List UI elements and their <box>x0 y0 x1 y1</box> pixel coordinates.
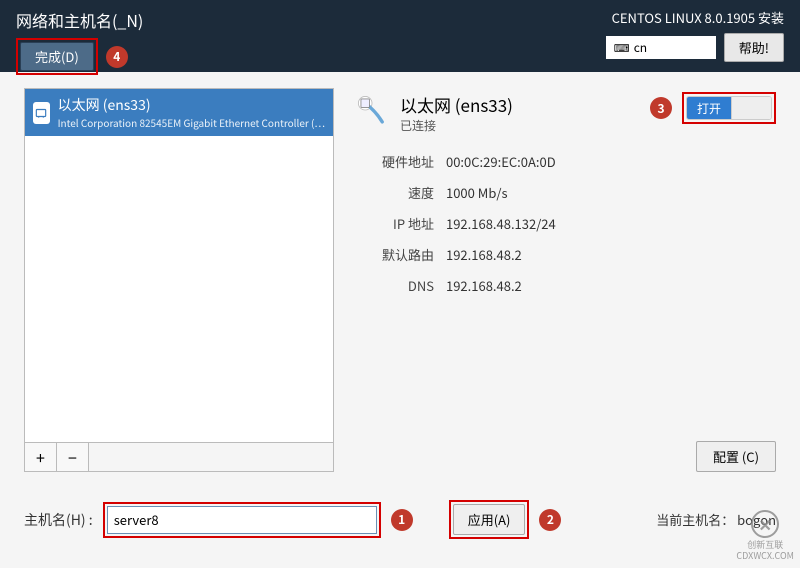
hostname-label: 主机名(H) : <box>24 510 93 530</box>
toggle-area: 3 打开 <box>650 92 776 124</box>
hostname-highlight <box>103 502 381 538</box>
done-wrapper: 完成(D) 4 <box>16 38 143 75</box>
keyboard-layout[interactable]: ⌨ cn <box>606 36 716 59</box>
done-highlight: 完成(D) <box>16 38 98 75</box>
detail-panel: 以太网 (ens33) 已连接 3 打开 硬件地址 00:0C:29:EC:0A… <box>354 88 776 472</box>
keyboard-icon: ⌨ <box>614 40 630 56</box>
hw-label: 硬件地址 <box>354 152 434 171</box>
nic-sub: Intel Corporation 82545EM Gigabit Ethern… <box>58 115 325 130</box>
nic-item-ens33[interactable]: 以太网 (ens33) Intel Corporation 82545EM Gi… <box>25 89 333 136</box>
add-nic-button[interactable]: + <box>25 443 57 471</box>
nic-text: 以太网 (ens33) Intel Corporation 82545EM Gi… <box>58 95 325 130</box>
speed-value: 1000 Mb/s <box>446 183 776 202</box>
dns-label: DNS <box>354 276 434 295</box>
header-bar: 网络和主机名(_N) 完成(D) 4 CENTOS LINUX 8.0.1905… <box>0 0 800 72</box>
header-controls: ⌨ cn 帮助! <box>606 33 784 62</box>
speed-label: 速度 <box>354 183 434 202</box>
remove-nic-button[interactable]: − <box>57 443 89 471</box>
header-left: 网络和主机名(_N) 完成(D) 4 <box>16 8 143 64</box>
nic-name: 以太网 (ens33) <box>58 95 325 115</box>
watermark-sub: CDXWCX.COM <box>736 551 794 562</box>
apply-button[interactable]: 应用(A) <box>453 504 526 535</box>
hostname-input[interactable] <box>107 506 377 534</box>
done-button[interactable]: 完成(D) <box>20 42 94 71</box>
detail-header: 以太网 (ens33) 已连接 <box>400 92 513 134</box>
add-remove-bar: + − <box>24 443 334 472</box>
badge-4: 4 <box>106 46 128 68</box>
detail-status: 已连接 <box>400 117 513 134</box>
content-area: 以太网 (ens33) Intel Corporation 82545EM Gi… <box>0 72 800 472</box>
ip-value: 192.168.48.132/24 <box>446 214 776 233</box>
header-subtitle: CENTOS LINUX 8.0.1905 安装 <box>612 8 784 27</box>
lang-code: cn <box>634 39 647 56</box>
header-right: CENTOS LINUX 8.0.1905 安装 ⌨ cn 帮助! <box>606 8 784 64</box>
badge-3: 3 <box>650 97 672 119</box>
dns-value: 192.168.48.2 <box>446 276 776 295</box>
watermark: ✕ 创新互联 CDXWCX.COM <box>736 510 794 562</box>
hw-value: 00:0C:29:EC:0A:0D <box>446 152 776 171</box>
ethernet-icon <box>33 102 50 124</box>
gw-label: 默认路由 <box>354 245 434 264</box>
properties-grid: 硬件地址 00:0C:29:EC:0A:0D 速度 1000 Mb/s IP 地… <box>354 152 776 295</box>
badge-2: 2 <box>539 509 561 531</box>
ip-label: IP 地址 <box>354 214 434 233</box>
gw-value: 192.168.48.2 <box>446 245 776 264</box>
detail-title: 以太网 (ens33) <box>400 92 513 117</box>
help-button[interactable]: 帮助! <box>724 33 784 62</box>
ethernet-big-icon <box>354 92 390 128</box>
watermark-logo-icon: ✕ <box>751 510 779 538</box>
toggle-highlight: 打开 <box>682 92 776 124</box>
apply-highlight: 应用(A) <box>449 500 530 539</box>
toggle-knob <box>731 97 771 119</box>
toggle-on-label: 打开 <box>687 97 731 119</box>
connection-toggle[interactable]: 打开 <box>686 96 772 120</box>
configure-button[interactable]: 配置 (C) <box>696 441 776 472</box>
hostname-row: 主机名(H) : 1 应用(A) 2 当前主机名： bogon <box>0 472 800 539</box>
page-title: 网络和主机名(_N) <box>16 8 143 32</box>
nic-list[interactable]: 以太网 (ens33) Intel Corporation 82545EM Gi… <box>24 88 334 443</box>
badge-1: 1 <box>391 509 413 531</box>
nic-panel: 以太网 (ens33) Intel Corporation 82545EM Gi… <box>24 88 334 472</box>
